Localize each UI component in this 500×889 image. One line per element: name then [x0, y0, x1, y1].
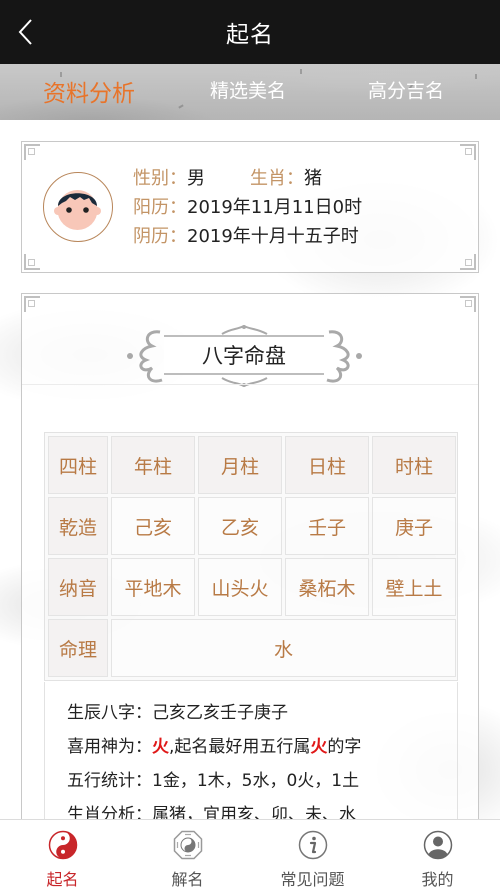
zodiac-value: 猪	[304, 168, 322, 189]
table-row-label: 命理	[48, 619, 108, 677]
zodiac-label: 生肖：	[250, 168, 304, 189]
bottom-tab-bar: 起名 解名 常见问题 我的	[0, 819, 500, 889]
frame-corner	[460, 144, 476, 160]
tab-faq[interactable]: 常见问题	[250, 820, 375, 889]
birth-info: 性别： 男 生肖： 猪 阳历： 2019年11月11日0时 阴历： 2019年十…	[133, 164, 362, 251]
profile-card: 性别： 男 生肖： 猪 阳历： 2019年11月11日0时 阴历： 2019年十…	[21, 141, 479, 273]
favorable-element: 火	[310, 737, 328, 757]
page-title: 起名	[226, 22, 274, 48]
tab-label: 解名	[171, 870, 204, 889]
table-header-cell: 月柱	[198, 436, 282, 494]
table-cell: 己亥	[111, 497, 195, 555]
info-icon	[298, 830, 327, 860]
frame-corner	[460, 296, 476, 312]
tab-naming[interactable]: 起名	[0, 820, 125, 889]
birth-bazi-label: 生辰八字：	[67, 703, 152, 723]
bazi-card: 八字命盘 四柱 年柱 月柱 日柱 时柱 乾造 己亥 乙亥 壬子 庚子 纳音 平地…	[21, 293, 479, 889]
favorable-element-label: 喜用神为：	[67, 737, 152, 757]
section-title: 八字命盘	[164, 335, 324, 375]
section-banner: 八字命盘	[122, 324, 367, 388]
frame-corner	[24, 144, 40, 160]
tab-selected-names[interactable]: 精选美名	[210, 76, 286, 103]
favorable-text: ,起名最好用五行属	[169, 737, 311, 757]
navigation-bar: 起名	[0, 0, 500, 64]
tab-mine[interactable]: 我的	[375, 820, 500, 889]
chevron-left-icon	[18, 19, 32, 45]
back-button[interactable]	[16, 18, 36, 46]
solar-date-label: 阳历：	[133, 197, 187, 218]
divider	[22, 384, 478, 385]
birth-bazi-line: 生辰八字：己亥乙亥壬子庚子	[67, 696, 457, 730]
table-cell: 平地木	[111, 558, 195, 616]
lunar-date-value: 2019年十月十五子时	[187, 226, 359, 247]
table-cell: 乙亥	[198, 497, 282, 555]
table-cell: 庚子	[372, 497, 456, 555]
gender-value: 男	[187, 168, 205, 189]
table-cell: 壁上土	[372, 558, 456, 616]
segment-tabs: 资料分析 精选美名 高分吉名	[0, 64, 500, 120]
gender-label: 性别：	[133, 168, 187, 189]
tab-data-analysis[interactable]: 资料分析	[43, 74, 135, 108]
wuxing-stats-label: 五行统计：	[67, 771, 152, 791]
wuxing-stats-line: 五行统计：1金，1木，5水，0火，1土	[67, 764, 457, 798]
table-row-label: 纳音	[48, 558, 108, 616]
favorable-element-line: 喜用神为：火,起名最好用五行属火的字	[67, 730, 457, 764]
tab-label: 常见问题	[280, 870, 345, 889]
solar-date-value: 2019年11月11日0时	[187, 197, 363, 218]
favorable-element: 火	[152, 737, 169, 757]
table-cell: 桑柘木	[285, 558, 369, 616]
frame-corner	[24, 296, 40, 312]
tab-high-score-names[interactable]: 高分吉名	[368, 76, 444, 103]
wuxing-stats-value: 1金，1木，5水，0火，1土	[152, 771, 360, 791]
bazi-table: 四柱 年柱 月柱 日柱 时柱 乾造 己亥 乙亥 壬子 庚子 纳音 平地木 山头火…	[44, 432, 458, 681]
bazi-summary: 生辰八字：己亥乙亥壬子庚子 喜用神为：火,起名最好用五行属火的字 五行统计：1金…	[44, 682, 458, 825]
user-profile-icon	[423, 830, 452, 860]
table-header-cell: 日柱	[285, 436, 369, 494]
frame-corner	[460, 254, 476, 270]
boy-avatar-icon	[54, 190, 101, 230]
table-header-cell: 四柱	[48, 436, 108, 494]
favorable-text-end: 的字	[327, 737, 362, 757]
yin-yang-icon	[48, 830, 77, 860]
tab-name-analysis[interactable]: 解名	[125, 820, 250, 889]
table-header-cell: 时柱	[372, 436, 456, 494]
avatar	[43, 172, 113, 242]
lunar-date-label: 阴历：	[133, 226, 187, 247]
frame-corner	[24, 254, 40, 270]
bagua-icon	[173, 830, 202, 860]
tab-label: 我的	[421, 870, 454, 889]
fate-element-cell: 水	[111, 619, 456, 677]
table-cell: 山头火	[198, 558, 282, 616]
table-header-cell: 年柱	[111, 436, 195, 494]
table-row-label: 乾造	[48, 497, 108, 555]
table-cell: 壬子	[285, 497, 369, 555]
tab-label: 起名	[46, 870, 79, 889]
birth-bazi-value: 己亥乙亥壬子庚子	[152, 703, 288, 723]
